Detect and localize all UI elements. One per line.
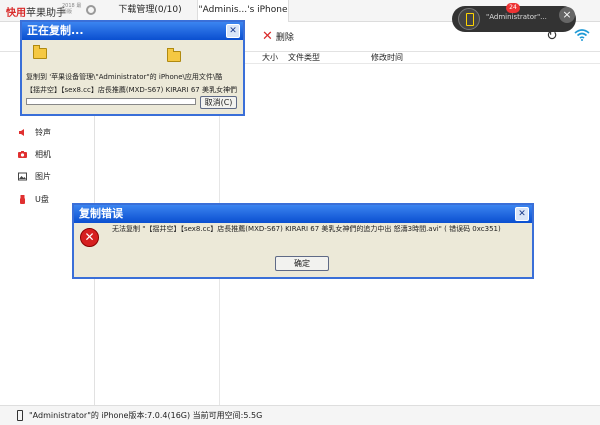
sidebar-item-camera[interactable]: 相机 xyxy=(0,143,95,166)
close-icon[interactable]: ✕ xyxy=(515,207,529,221)
close-icon[interactable]: × xyxy=(559,7,575,23)
status-device-name: "Administrator"的 iPhone xyxy=(29,411,129,420)
destination-folder-icon xyxy=(167,48,181,62)
camera-icon xyxy=(18,150,27,159)
tab-device[interactable]: "Adminis...'s iPhone xyxy=(197,0,289,22)
close-icon[interactable]: ✕ xyxy=(226,24,240,38)
wifi-icon[interactable] xyxy=(574,27,590,45)
column-modified[interactable]: 修改时间 xyxy=(371,52,403,63)
tab-download-manager[interactable]: 下载管理(0/10) xyxy=(110,0,190,21)
sidebar-item-label: 图片 xyxy=(35,172,51,181)
copy-progress-bar xyxy=(26,98,196,105)
copy-destination-text: 复制到 '苹果设备管理\"Administrator"的 iPhone\应用文件… xyxy=(26,73,223,81)
status-bar: "Administrator"的 iPhone 版本:7.0.4(16G) 当前… xyxy=(0,405,600,425)
device-icon xyxy=(458,8,480,30)
device-popup-name: "Administrator"... xyxy=(486,13,547,21)
copy-dialog-title[interactable]: 正在复制... xyxy=(22,22,243,40)
wifi-glyph xyxy=(574,29,590,41)
usb-icon xyxy=(18,195,27,204)
cancel-button[interactable]: 取消(C) xyxy=(200,96,237,109)
status-device-info: 版本:7.0.4(16G) 当前可用空间:5.5G xyxy=(128,411,263,420)
delete-label: 删除 xyxy=(275,33,294,43)
sidebar-item-label: 铃声 xyxy=(35,128,51,137)
sidebar-item-images[interactable]: 图片 xyxy=(0,165,95,188)
column-file-type[interactable]: 文件类型 xyxy=(288,52,320,63)
logo-text: 苹果助手 xyxy=(26,8,66,19)
ok-button[interactable]: 确定 xyxy=(275,256,329,271)
source-folder-icon xyxy=(33,45,47,59)
sidebar-item-ringtone[interactable]: 铃声 xyxy=(0,121,95,144)
phone-icon xyxy=(17,410,23,421)
notification-badge: 24 xyxy=(506,3,520,13)
sidebar-item-label: U盘 xyxy=(35,195,49,204)
error-icon: ✕ xyxy=(80,228,99,247)
error-message: 无法复制 "【揺井空】【sex8.cc】店長推薦(MXD-S67) KIRARI… xyxy=(112,225,501,233)
logo-brand: 快用 xyxy=(6,8,26,19)
error-dialog-title[interactable]: 复制错误 xyxy=(74,205,532,223)
copy-message: 复制到 '苹果设备管理\"Administrator"的 iPhone\应用文件… xyxy=(26,71,241,97)
bell-icon xyxy=(18,128,27,137)
delete-icon: ✕ xyxy=(262,28,273,44)
delete-button[interactable]: ✕ 删除 xyxy=(262,28,294,44)
sidebar-item-label: 相机 xyxy=(35,150,51,159)
settings-icon[interactable] xyxy=(86,5,96,15)
app-logo: 快用苹果助手 xyxy=(6,4,66,19)
column-size[interactable]: 大小 xyxy=(262,52,278,63)
app-version: 2018 最新版 xyxy=(62,3,82,15)
image-icon xyxy=(18,172,27,181)
